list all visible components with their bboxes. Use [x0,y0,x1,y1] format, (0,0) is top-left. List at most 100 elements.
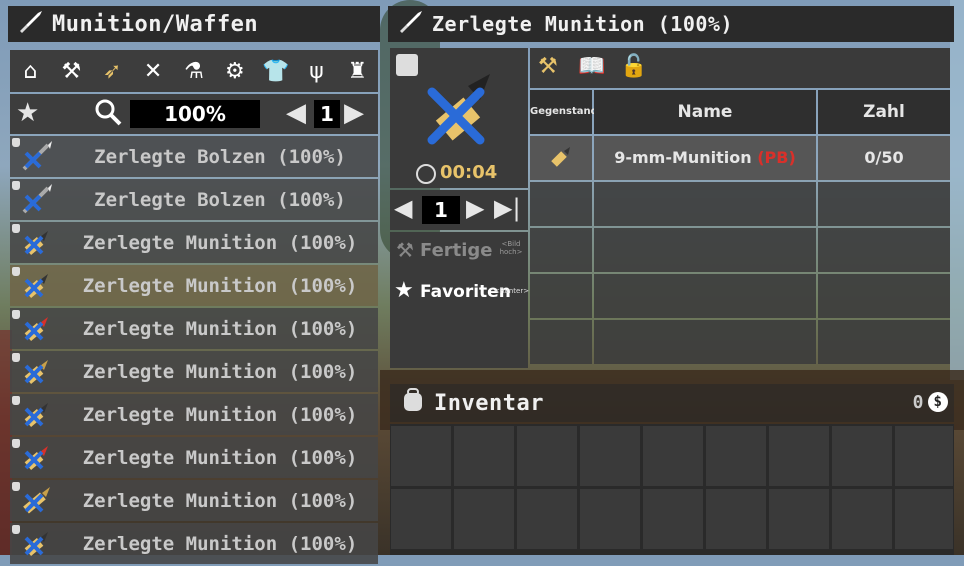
inventory-slot[interactable] [769,489,829,549]
inventory-slot[interactable] [454,426,514,486]
ingredient-count: 0/50 [818,136,950,180]
filter-bar: ★ 100% ◀ 1 ▶ [10,94,378,134]
inventory-slot[interactable] [643,426,703,486]
quantity-input[interactable]: 1 [422,196,460,224]
column-header-item: Gegenstand [530,90,598,134]
ingredient-tag: (PB) [757,148,796,167]
inventory-slot[interactable] [706,489,766,549]
recipe-label: Zerlegte Munition (100%) [82,274,358,297]
search-input[interactable]: 100% [130,100,260,128]
recipe-list: Zerlegte Bolzen (100%) Zerlegte Bolzen (… [10,136,378,566]
microscope-icon[interactable]: ⚗ [177,59,211,84]
lock-icon [12,181,20,190]
unlock-icon[interactable]: 🔓 [620,54,647,79]
coin-count: 0 [912,392,924,413]
lock-icon [12,267,20,276]
empty-row [530,274,950,318]
inventory-slot[interactable] [769,426,829,486]
recipe-label: Zerlegte Munition (100%) [82,489,358,512]
craft-button[interactable]: Fertige [420,240,493,261]
lock-icon [12,353,20,362]
inventory-grid [390,424,954,555]
fork-icon[interactable]: ψ [300,59,334,84]
recipe-item[interactable]: Zerlegte Bolzen (100%) [10,136,378,177]
action-area: ⚒ Fertige <Bild hoch> ★ Favoriten <Runte… [390,232,530,368]
inventory-slot[interactable] [580,489,640,549]
tools-icon[interactable]: ✕ [136,59,170,84]
page-number: 1 [314,100,340,128]
empty-row [530,320,950,364]
lock-icon [12,482,20,491]
craft-panel-title: Zerlegte Munition (100%) [388,6,954,42]
coin-icon: $ [928,392,948,412]
ingredients-toolbar: ⚒ 📖 🔓 [530,48,950,88]
recipe-label: Zerlegte Munition (100%) [82,231,358,254]
inventory-slot[interactable] [517,489,577,549]
inventory-slot[interactable] [895,426,953,486]
inventory-slot[interactable] [706,426,766,486]
inventory-slot[interactable] [580,426,640,486]
ingredient-table: Gegenstand Name Zahl 9-mm-Munition (PB) … [530,90,950,370]
quantity-max-button[interactable]: ▶| [494,194,521,222]
craft-time: 00:04 [440,162,498,183]
backpack-icon [398,387,428,419]
ingredient-row[interactable]: 9-mm-Munition (PB) 0/50 [530,136,950,180]
empty-row [530,182,950,226]
ingredient-name-cell: 9-mm-Munition (PB) [594,136,816,180]
recipe-item-selected[interactable]: Zerlegte Munition (100%) [10,265,378,306]
search-icon[interactable] [94,98,122,130]
empty-row [530,228,950,272]
inventory-slot[interactable] [391,489,451,549]
ammo-category-icon [396,9,426,39]
ammo-category-icon [16,9,46,39]
recipe-item[interactable]: Zerlegte Munition (100%) [10,480,378,521]
ammo-icon[interactable]: ➶ [95,59,129,84]
column-header-name: Name [594,90,816,134]
recipe-label: Zerlegte Munition (100%) [82,403,358,426]
ingredient-icon-cell [530,136,592,180]
shirt-icon[interactable]: 👕 [259,59,293,84]
page-next-button[interactable]: ▶ [344,98,364,128]
recipe-item[interactable]: Zerlegte Munition (100%) [10,394,378,435]
quantity-prev-button[interactable]: ◀ [394,194,412,222]
recipe-item[interactable]: Zerlegte Munition (100%) [10,523,378,564]
recipe-item[interactable]: Zerlegte Munition (100%) [10,437,378,478]
inventory-slot[interactable] [895,489,953,549]
inventory-slot[interactable] [517,426,577,486]
quantity-next-button[interactable]: ▶ [466,194,484,222]
clock-icon [416,164,436,184]
recipe-preview: 00:04 [390,48,528,188]
gears-icon[interactable]: ⚙ [218,59,252,84]
inventory-title-text: Inventar [434,390,544,416]
lock-icon [12,310,20,319]
chair-icon[interactable]: ♜ [340,59,374,84]
recipe-label: Zerlegte Bolzen (100%) [94,188,346,211]
recipe-label: Zerlegte Munition (100%) [82,532,358,555]
lock-icon [12,525,20,534]
recipe-label: Zerlegte Munition (100%) [82,360,358,383]
inventory-slot[interactable] [643,489,703,549]
category-bar: ⌂ ⚒ ➶ ✕ ⚗ ⚙ 👕 ψ ♜ [10,50,378,92]
favorite-hotkey-hint: <Runter> [494,287,530,295]
recipe-item[interactable]: Zerlegte Munition (100%) [10,308,378,349]
recipe-label: Zerlegte Munition (100%) [82,446,358,469]
craft-panel-title-text: Zerlegte Munition (100%) [432,12,733,36]
page-prev-button[interactable]: ◀ [286,98,306,128]
home-icon[interactable]: ⌂ [13,59,47,84]
inventory-slot[interactable] [391,426,451,486]
lock-icon [12,396,20,405]
inventory-slot[interactable] [832,489,892,549]
book-icon[interactable]: 📖 [578,54,605,79]
workbench-icon[interactable]: ⚒ [538,54,558,79]
workbench-icon[interactable]: ⚒ [54,59,88,84]
inventory-title: Inventar 0 $ [390,384,954,422]
recipe-label: Zerlegte Bolzen (100%) [94,145,346,168]
inventory-slot[interactable] [832,426,892,486]
recipe-item[interactable]: Zerlegte Munition (100%) [10,222,378,263]
inventory-slot[interactable] [454,489,514,549]
bg-sky [950,0,964,380]
favorites-filter-icon[interactable]: ★ [16,98,39,128]
column-header-count: Zahl [818,90,950,134]
recipe-item[interactable]: Zerlegte Bolzen (100%) [10,179,378,220]
recipe-item[interactable]: Zerlegte Munition (100%) [10,351,378,392]
